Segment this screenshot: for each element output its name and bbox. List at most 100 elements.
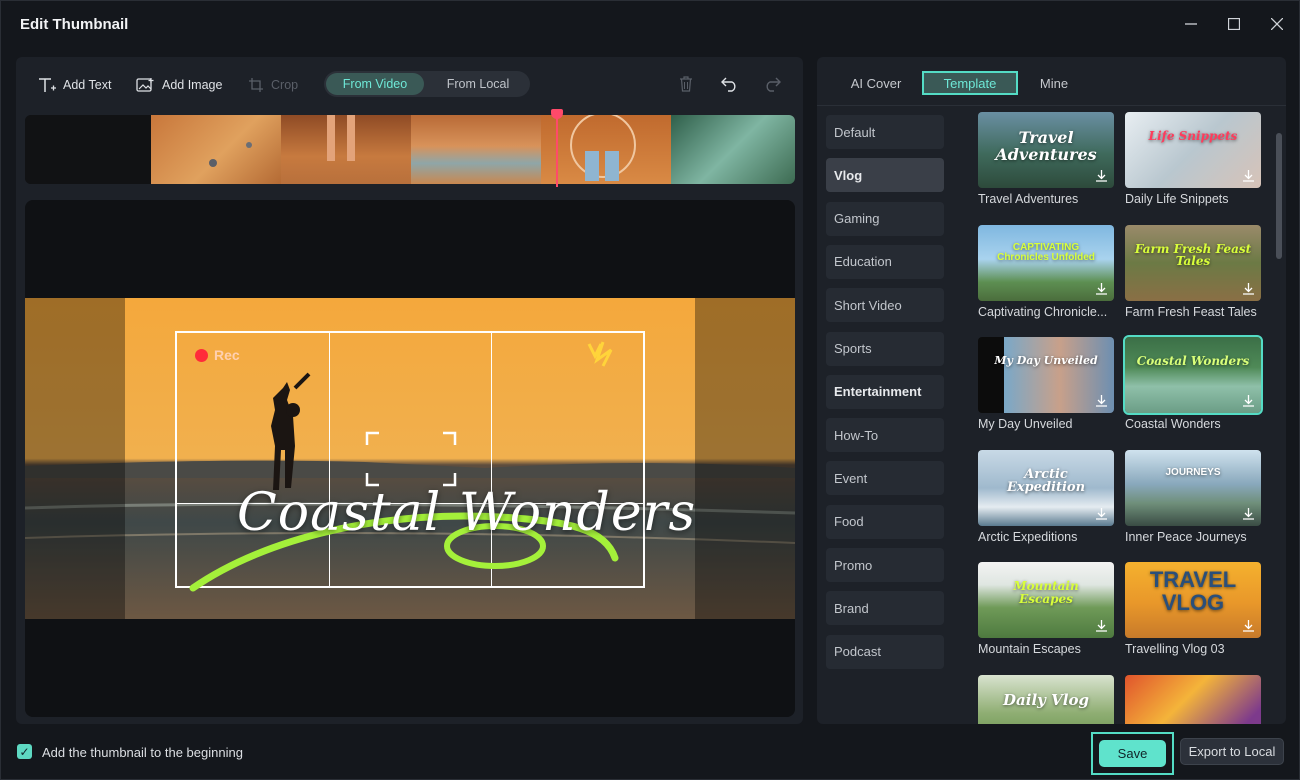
preview-image: Rec Coastal Wonders [25, 298, 795, 619]
category-sports[interactable]: Sports [826, 331, 944, 366]
playhead[interactable] [551, 109, 563, 187]
add-image-icon [136, 77, 154, 92]
filmstrip-frame [411, 115, 541, 184]
template-label: Captivating Chronicle... [978, 304, 1108, 319]
video-filmstrip[interactable] [25, 115, 795, 184]
template-overlay-text: Coastal Wonders [1136, 354, 1250, 368]
category-education[interactable]: Education [826, 244, 944, 279]
download-icon[interactable] [1242, 282, 1255, 295]
template-overlay-text: Arctic Expedition [1006, 466, 1086, 496]
template-thumbnail[interactable]: TRAVEL VLOG [1125, 562, 1261, 638]
delete-button[interactable] [674, 72, 698, 96]
download-icon[interactable] [1095, 394, 1108, 407]
category-short-video[interactable]: Short Video [826, 288, 944, 323]
download-icon[interactable] [1095, 619, 1108, 632]
template-thumbnail[interactable]: Farm Fresh Feast Tales [1125, 224, 1261, 301]
category-how-to[interactable]: How-To [826, 418, 944, 453]
thumbnail-canvas: Rec Coastal Wonders [25, 200, 795, 717]
crop-button[interactable]: Crop [248, 74, 298, 96]
template-label: Farm Fresh Feast Tales [1125, 304, 1257, 319]
download-icon[interactable] [1095, 169, 1108, 182]
template-label: Coastal Wonders [1125, 417, 1221, 431]
maximize-button[interactable] [1221, 11, 1247, 37]
template-thumbnail[interactable]: Arctic Expedition [978, 449, 1114, 526]
tab-ai-cover[interactable]: AI Cover [837, 71, 915, 95]
tab-template[interactable]: Template [922, 71, 1018, 95]
category-event[interactable]: Event [826, 461, 944, 496]
template-label: Daily Life Snippets [1125, 192, 1229, 206]
template-scrollbar[interactable] [1276, 133, 1282, 259]
template-thumbnail[interactable]: Travel Adventures [978, 112, 1114, 188]
category-food[interactable]: Food [826, 504, 944, 539]
add-text-label: Add Text [63, 78, 112, 92]
template-overlay-text: Daily Vlog [1003, 690, 1089, 709]
minimize-icon [1185, 23, 1197, 25]
download-icon[interactable] [1242, 394, 1255, 407]
source-toggle: From Video From Local [324, 71, 530, 97]
download-icon[interactable] [1095, 282, 1108, 295]
category-vlog[interactable]: Vlog [826, 158, 944, 193]
template-overlay-text: JOURNEYS [1165, 466, 1221, 478]
filmstrip-frame [281, 115, 411, 184]
tab-divider [817, 105, 1286, 106]
from-video-option[interactable]: From Video [326, 73, 424, 95]
template-overlay-text: CAPTIVATING Chronicles Unfolded [997, 241, 1095, 263]
template-thumbnail[interactable] [1125, 674, 1261, 724]
add-image-button[interactable]: Add Image [136, 74, 222, 96]
template-thumbnail[interactable]: Mountain Escapes [978, 562, 1114, 638]
category-promo[interactable]: Promo [826, 548, 944, 582]
template-overlay-text: TRAVEL VLOG [1149, 567, 1237, 616]
template-overlay-text: Travel Adventures [995, 128, 1097, 164]
save-button[interactable]: Save [1099, 740, 1166, 767]
editor-panel: Add Text Add Image Crop From Video From … [16, 57, 803, 724]
template-panel: AI Cover Template Mine Default Vlog Gaming… [817, 57, 1286, 724]
undo-button[interactable] [718, 72, 742, 96]
template-label: Travelling Vlog 03 [1125, 642, 1225, 656]
template-label: My Day Unveiled [978, 417, 1073, 431]
from-local-option[interactable]: From Local [428, 73, 528, 95]
trash-icon [680, 76, 692, 92]
record-dot-icon [195, 348, 208, 362]
download-icon[interactable] [1242, 169, 1255, 182]
add-text-icon [39, 78, 56, 92]
shoes-figure [570, 115, 636, 181]
window-title: Edit Thumbnail [20, 16, 129, 33]
redo-icon [766, 77, 781, 92]
thumbnail-title-text[interactable]: Coastal Wonders [237, 483, 696, 543]
template-thumbnail[interactable]: JOURNEYS [1125, 449, 1261, 526]
download-icon[interactable] [1242, 507, 1255, 520]
lightning-badge-icon [587, 340, 623, 370]
focus-bracket-icon [365, 431, 457, 487]
template-label: Travel Adventures [978, 192, 1079, 206]
footer-bar: ✓ Add the thumbnail to the beginning Sav… [1, 726, 1300, 780]
tab-mine[interactable]: Mine [1025, 71, 1083, 95]
redo-button[interactable] [760, 72, 784, 96]
category-podcast[interactable]: Podcast [826, 634, 944, 669]
template-thumbnail[interactable]: My Day Unveiled [978, 337, 1114, 413]
category-default[interactable]: Default [826, 115, 944, 149]
filmstrip-frame [671, 115, 795, 184]
template-overlay-text: Farm Fresh Feast Tales [1134, 241, 1252, 269]
undo-icon [721, 77, 736, 92]
download-icon[interactable] [1095, 507, 1108, 520]
template-thumbnail[interactable]: Life Snippets [1125, 112, 1261, 188]
category-entertainment[interactable]: Entertainment [826, 374, 944, 409]
legs-figure [327, 115, 355, 161]
template-overlay-text: Life Snippets [1148, 129, 1238, 143]
filmstrip-frame [151, 115, 281, 184]
template-thumbnail[interactable]: Coastal Wonders [1123, 335, 1263, 415]
close-button[interactable] [1264, 11, 1290, 37]
category-gaming[interactable]: Gaming [826, 201, 944, 236]
minimize-button[interactable] [1178, 11, 1204, 37]
filmstrip-frame [541, 115, 671, 184]
crop-label: Crop [271, 78, 299, 92]
template-thumbnail[interactable]: Daily Vlog [978, 674, 1114, 724]
template-overlay-text: My Day Unveiled [994, 354, 1098, 367]
template-thumbnail[interactable]: CAPTIVATING Chronicles Unfolded [978, 224, 1114, 301]
download-icon[interactable] [1242, 619, 1255, 632]
add-to-beginning-checkbox[interactable]: ✓ [17, 744, 32, 759]
export-to-local-button[interactable]: Export to Local [1180, 738, 1284, 765]
add-text-button[interactable]: Add Text [38, 74, 111, 96]
category-brand[interactable]: Brand [826, 591, 944, 626]
maximize-icon [1228, 18, 1240, 30]
